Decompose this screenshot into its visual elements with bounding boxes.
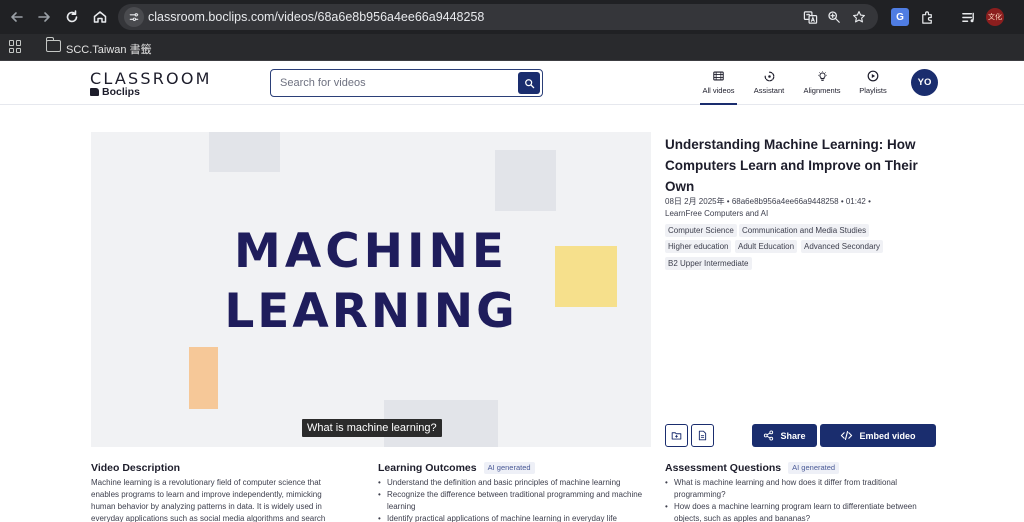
google-translate-extension-icon[interactable]: G <box>891 8 909 26</box>
list-item: Identify practical applications of machi… <box>378 513 643 522</box>
embed-video-button[interactable]: Embed video <box>820 424 936 447</box>
list-item: What is machine learning and how does it… <box>665 477 937 501</box>
bookmark-folder-label[interactable]: SCC.Taiwan 書籤 <box>66 41 152 57</box>
level-tag[interactable]: Advanced Secondary <box>801 240 884 253</box>
list-item: Recognize the difference between traditi… <box>378 489 643 513</box>
url-text[interactable]: classroom.boclips.com/videos/68a6e8b956a… <box>148 10 484 24</box>
description-line: Machine learning is a revolutionary fiel… <box>91 478 321 487</box>
search-bar <box>270 69 543 97</box>
logo-boclips[interactable]: Boclips <box>90 86 140 98</box>
decorative-orange-rectangle <box>189 347 218 409</box>
description-heading-text: Video Description <box>91 462 181 474</box>
video-heading: Understanding Machine Learning: How Comp… <box>665 137 918 194</box>
logo-boclips-text: Boclips <box>102 86 140 98</box>
level-tag[interactable]: Adult Education <box>735 240 798 253</box>
level-tag[interactable]: Higher education <box>665 240 732 253</box>
bookmarks-bar: SCC.Taiwan 書籤 <box>0 34 1024 61</box>
decorative-grey-square <box>495 150 556 211</box>
folder-add-icon <box>671 432 682 440</box>
boclips-logo-icon <box>90 88 99 96</box>
nav-all-videos[interactable]: All videos <box>700 69 737 105</box>
translate-icon[interactable] <box>802 9 818 25</box>
extensions-puzzle-icon[interactable] <box>918 8 936 26</box>
video-metadata: 08日 2月 2025年 • 68a6e8b956a4ee66a9448258 … <box>665 196 935 220</box>
metadata-channel[interactable]: LearnFree Computers and AI <box>665 208 935 220</box>
profile-avatar[interactable]: 文化 <box>986 8 1004 26</box>
subject-tag[interactable]: Communication and Media Studies <box>739 224 870 237</box>
video-title-line2: LEARNING <box>224 284 518 339</box>
reading-list-icon[interactable] <box>959 8 977 26</box>
assessment-heading-text: Assessment Questions <box>665 462 782 474</box>
back-icon[interactable] <box>7 7 27 27</box>
video-player[interactable]: MACHINE LEARNING What is machine learnin… <box>91 132 651 447</box>
video-caption: What is machine learning? <box>302 419 442 437</box>
nav-label: All videos <box>702 86 735 95</box>
apps-grid-icon[interactable] <box>9 40 22 53</box>
list-item: How does a machine learning program lear… <box>665 501 937 522</box>
share-label: Share <box>780 430 806 441</box>
nav-label: Assistant <box>753 86 785 95</box>
decorative-grey-square <box>209 132 280 172</box>
forward-icon[interactable] <box>34 7 54 27</box>
home-icon[interactable] <box>90 7 110 27</box>
browser-toolbar: classroom.boclips.com/videos/68a6e8b956a… <box>0 0 1024 34</box>
search-input[interactable] <box>280 75 510 91</box>
user-avatar[interactable]: YO <box>911 69 938 96</box>
description-heading: Video Description <box>91 462 180 474</box>
play-circle-icon <box>856 69 890 83</box>
description-line: enables programs to learn and improve in… <box>91 490 322 499</box>
subject-tag[interactable]: Computer Science <box>665 224 737 237</box>
ai-generated-badge: AI generated <box>483 462 535 474</box>
transcript-button[interactable] <box>691 424 714 447</box>
assistant-icon <box>750 69 788 83</box>
nav-playlists[interactable]: Playlists <box>856 69 890 105</box>
lightbulb-icon <box>801 69 843 83</box>
list-item: Understand the definition and basic prin… <box>378 477 643 489</box>
reload-icon[interactable] <box>62 7 82 27</box>
description-line: everyday applications such as social med… <box>91 514 326 522</box>
embed-label: Embed video <box>859 430 916 441</box>
search-icon <box>524 78 534 88</box>
nav-label: Playlists <box>859 86 887 95</box>
assessment-questions-heading: Assessment Questions AI generated <box>665 462 840 474</box>
video-icon <box>700 69 737 83</box>
site-settings-icon[interactable] <box>124 7 144 27</box>
add-to-playlist-button[interactable] <box>665 424 688 447</box>
metadata-line: 08日 2月 2025年 • 68a6e8b956a4ee66a9448258 … <box>665 197 871 206</box>
description-line: human behavior by analyzing patterns in … <box>91 502 322 511</box>
assessment-questions-list: What is machine learning and how does it… <box>665 477 937 522</box>
learning-outcomes-heading: Learning Outcomes AI generated <box>378 462 535 474</box>
share-icon <box>764 430 774 441</box>
folder-icon[interactable] <box>45 37 61 52</box>
address-bar[interactable]: classroom.boclips.com/videos/68a6e8b956a… <box>118 4 878 30</box>
video-description: Machine learning is a revolutionary fiel… <box>91 477 343 522</box>
share-button[interactable]: Share <box>752 424 817 447</box>
language-level-tag[interactable]: B2 Upper Intermediate <box>665 257 752 270</box>
document-icon <box>698 430 707 441</box>
bookmark-star-icon[interactable] <box>851 9 867 25</box>
nav-assistant[interactable]: Assistant <box>750 69 788 105</box>
search-button[interactable] <box>518 72 540 94</box>
zoom-icon[interactable] <box>826 9 842 25</box>
learning-outcomes-heading-text: Learning Outcomes <box>378 462 477 474</box>
nav-label: Alignments <box>803 86 841 95</box>
video-title-line1: MACHINE <box>234 224 508 279</box>
code-icon <box>841 431 853 440</box>
ai-generated-badge: AI generated <box>788 462 840 474</box>
nav-alignments[interactable]: Alignments <box>801 69 843 105</box>
learning-outcomes-list: Understand the definition and basic prin… <box>378 477 643 522</box>
